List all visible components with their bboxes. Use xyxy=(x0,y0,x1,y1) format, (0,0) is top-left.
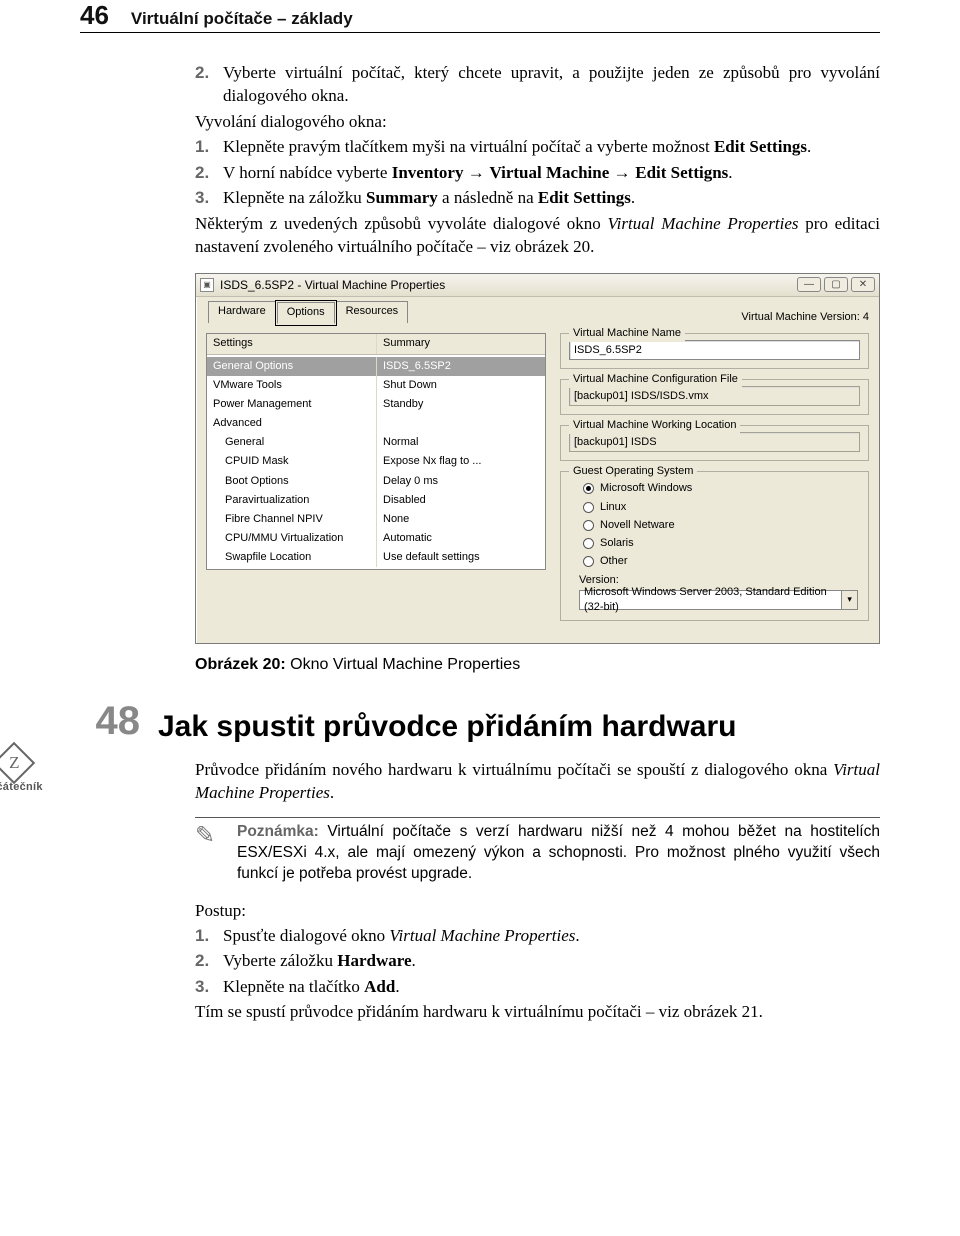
version-dropdown[interactable]: Microsoft Windows Server 2003, Standard … xyxy=(579,590,858,610)
col-settings: Settings xyxy=(207,334,377,353)
app-icon: ▣ xyxy=(200,278,214,292)
postup-2: Vyberte záložku Hardware. xyxy=(223,949,880,972)
note-label: Poznámka: xyxy=(237,823,319,840)
settings-panel: Settings Summary General OptionsISDS_6.5… xyxy=(206,333,546,570)
close-button[interactable]: ✕ xyxy=(851,277,875,292)
radio-label: Linux xyxy=(600,500,626,515)
tab-hardware[interactable]: Hardware xyxy=(208,301,276,323)
p-marker-3: 3. xyxy=(195,975,223,998)
note-icon: ✎ xyxy=(195,822,223,885)
section-title: Virtuální počítače – základy xyxy=(131,9,353,29)
tab-options[interactable]: Options xyxy=(277,302,335,324)
radio-label: Novell Netware xyxy=(600,518,675,533)
guest-os-group: Guest Operating System Microsoft Windows… xyxy=(560,471,869,621)
tip-intro: Průvodce přidáním nového hardwaru k virt… xyxy=(195,758,880,805)
title-bar: ▣ ISDS_6.5SP2 - Virtual Machine Properti… xyxy=(196,274,879,298)
list-marker-2: 2. xyxy=(195,61,223,108)
col-summary: Summary xyxy=(377,334,545,353)
p-marker-1: 1. xyxy=(195,924,223,947)
note-box: ✎ Poznámka: Virtuální počítače s verzí h… xyxy=(195,817,880,885)
vm-properties-dialog: ▣ ISDS_6.5SP2 - Virtual Machine Properti… xyxy=(195,273,880,645)
sub-2: V horní nabídce vyberte Inventory → Virt… xyxy=(223,161,880,184)
beginner-icon: Z xyxy=(0,742,35,784)
guest-os-radio[interactable]: Novell Netware xyxy=(583,518,860,533)
vm-workloc-input xyxy=(569,432,860,452)
vm-name-group: Virtual Machine Name xyxy=(560,333,869,369)
tip-number: 48 xyxy=(80,694,140,749)
settings-row[interactable]: VMware ToolsShut Down xyxy=(207,376,545,395)
settings-row[interactable]: Advanced xyxy=(207,414,545,433)
guest-os-radio[interactable]: Linux xyxy=(583,500,860,515)
settings-row[interactable]: CPUID MaskExpose Nx flag to ... xyxy=(207,452,545,471)
postup-1: Spusťte dialogové okno Virtual Machine P… xyxy=(223,924,880,947)
tip-end: Tím se spustí průvodce přidáním hardwaru… xyxy=(195,1000,880,1023)
minimize-button[interactable]: — xyxy=(797,277,821,292)
radio-label: Other xyxy=(600,554,628,569)
tab-resources[interactable]: Resources xyxy=(336,301,409,323)
figure-caption: Obrázek 20: Okno Virtual Machine Propert… xyxy=(195,654,880,676)
postup-3: Klepněte na tlačítko Add. xyxy=(223,975,880,998)
page-header: 46 Virtuální počítače – základy xyxy=(80,0,880,33)
radio-icon[interactable] xyxy=(583,502,594,513)
guest-os-radio[interactable]: Microsoft Windows xyxy=(583,481,860,496)
body-text: 2. Vyberte virtuální počítač, který chce… xyxy=(195,61,880,676)
sub-1: Klepněte pravým tlačítkem myši na virtuá… xyxy=(223,135,880,158)
window-title: ISDS_6.5SP2 - Virtual Machine Properties xyxy=(220,277,445,294)
settings-row[interactable]: CPU/MMU VirtualizationAutomatic xyxy=(207,529,545,548)
sub-3: Klepněte na záložku Summary a následně n… xyxy=(223,186,880,209)
beginner-label: začátečník xyxy=(0,780,62,795)
radio-label: Solaris xyxy=(600,536,634,551)
list-marker-1: 1. xyxy=(195,135,223,158)
p-marker-2: 2. xyxy=(195,949,223,972)
settings-row[interactable]: Power ManagementStandby xyxy=(207,395,545,414)
maximize-button[interactable]: ▢ xyxy=(824,277,848,292)
radio-icon[interactable] xyxy=(583,556,594,567)
settings-row[interactable]: Boot OptionsDelay 0 ms xyxy=(207,472,545,491)
figure-20: ▣ ISDS_6.5SP2 - Virtual Machine Properti… xyxy=(195,273,880,645)
settings-row[interactable]: Swapfile LocationUse default settings xyxy=(207,548,545,567)
settings-row[interactable]: ParavirtualizationDisabled xyxy=(207,491,545,510)
guest-os-radio[interactable]: Solaris xyxy=(583,536,860,551)
tail-para: Některým z uvedených způsobů vyvoláte di… xyxy=(195,212,880,259)
tip-title: Jak spustit průvodce přidáním hardwaru xyxy=(158,706,880,747)
dropdown-chevron-icon[interactable]: ▾ xyxy=(841,591,857,609)
vm-name-input[interactable] xyxy=(569,340,860,360)
note-text: Virtuální počítače s verzí hardwaru nižš… xyxy=(237,823,880,882)
vm-version-label: Virtual Machine Version: 4 xyxy=(409,310,869,325)
radio-icon[interactable] xyxy=(583,538,594,549)
list-marker-2b: 2. xyxy=(195,161,223,184)
radio-icon[interactable] xyxy=(583,483,594,494)
guest-os-radio[interactable]: Other xyxy=(583,554,860,569)
list-marker-3: 3. xyxy=(195,186,223,209)
tip-48: 48 Jak spustit průvodce přidáním hardwar… xyxy=(195,706,880,1023)
radio-icon[interactable] xyxy=(583,520,594,531)
settings-row[interactable]: General OptionsISDS_6.5SP2 xyxy=(207,357,545,376)
subhead: Vyvolání dialogového okna: xyxy=(195,110,880,133)
step-2: Vyberte virtuální počítač, který chcete … xyxy=(223,61,880,108)
vm-config-input xyxy=(569,386,860,406)
radio-label: Microsoft Windows xyxy=(600,481,692,496)
vm-config-group: Virtual Machine Configuration File xyxy=(560,379,869,415)
settings-row[interactable]: GeneralNormal xyxy=(207,433,545,452)
page-number: 46 xyxy=(80,0,109,31)
vm-workloc-group: Virtual Machine Working Location xyxy=(560,425,869,461)
settings-row[interactable]: Fibre Channel NPIVNone xyxy=(207,510,545,529)
version-value: Microsoft Windows Server 2003, Standard … xyxy=(584,585,841,615)
postup-label: Postup: xyxy=(195,899,880,922)
